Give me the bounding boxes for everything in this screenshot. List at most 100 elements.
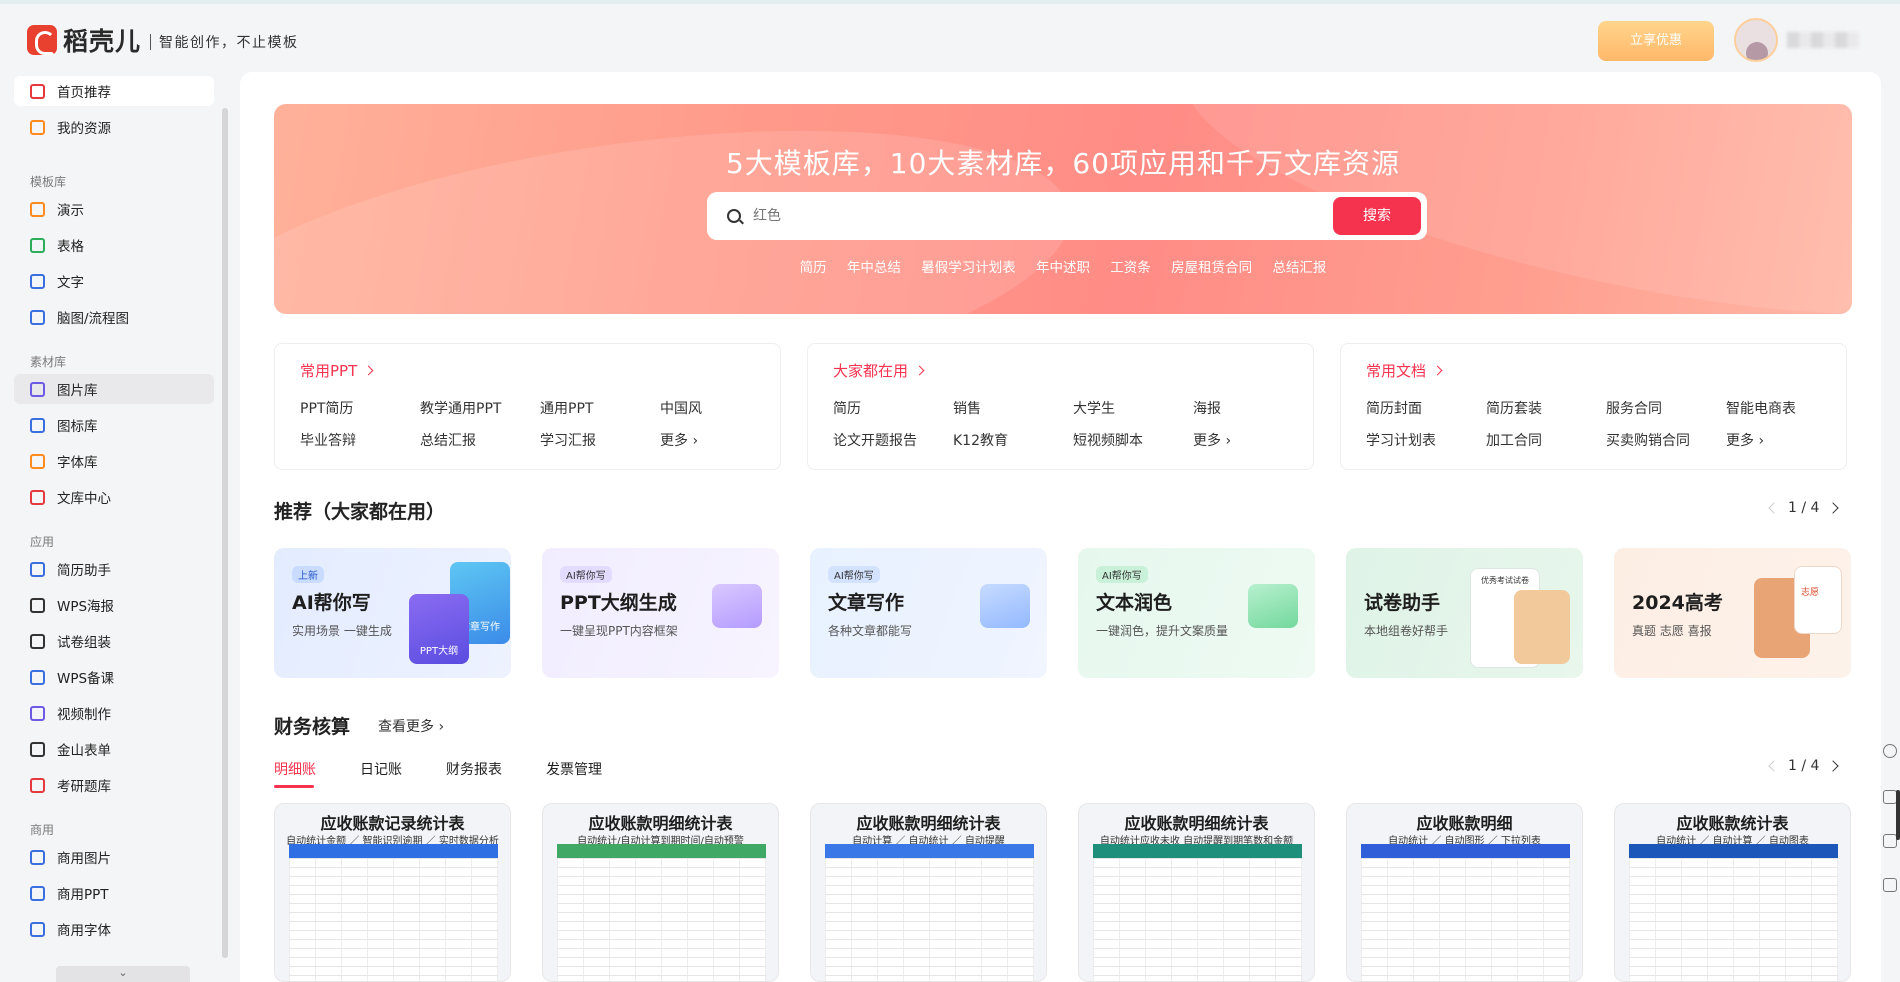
sidebar-item-commercial-font[interactable]: 商用字体: [14, 914, 214, 944]
quick-link[interactable]: 海报: [1193, 398, 1221, 418]
sidebar-item-icon-library[interactable]: 图标库: [14, 410, 214, 440]
sidebar-item-my-resources[interactable]: 我的资源: [14, 112, 214, 142]
quick-link[interactable]: 通用PPT: [540, 398, 593, 418]
more-link[interactable]: 更多 ›: [1726, 430, 1764, 450]
template-card[interactable]: 应收账款明细统计表 自动统计应收未收 自动提醒到期笔数和金额: [1078, 803, 1315, 982]
sidebar-item-mindmap[interactable]: 脑图/流程图: [14, 302, 214, 332]
promo-button[interactable]: 立享优惠: [1598, 21, 1714, 61]
quick-link[interactable]: 学习计划表: [1366, 430, 1436, 450]
search-input[interactable]: [753, 201, 1313, 231]
tab-detail-ledger[interactable]: 明细账: [274, 759, 316, 788]
sidebar-item-commercial-ppt[interactable]: 商用PPT: [14, 878, 214, 908]
sidebar-scrollbar[interactable]: [222, 108, 228, 958]
tab-financial-report[interactable]: 财务报表: [446, 759, 502, 779]
quick-link[interactable]: 简历封面: [1366, 398, 1422, 418]
sidebar-item-poster[interactable]: WPS海报: [14, 590, 214, 620]
sidebar-item-form[interactable]: 金山表单: [14, 734, 214, 764]
user-icon[interactable]: [1883, 744, 1897, 758]
quick-card-title[interactable]: 常用PPT: [300, 360, 374, 381]
sidebar-item-video[interactable]: 视频制作: [14, 698, 214, 728]
sidebar-item-image-library[interactable]: 图片库: [14, 374, 214, 404]
rec-card-ai-write[interactable]: 上新 AI帮你写 实用场景 一键生成 文章写作 PPT大纲: [274, 548, 511, 678]
page-scrollbar[interactable]: [1896, 790, 1900, 840]
quick-link[interactable]: 中国风: [660, 398, 702, 418]
quick-link[interactable]: 短视频脚本: [1073, 430, 1143, 450]
sidebar-item-spreadsheet[interactable]: 表格: [14, 230, 214, 260]
sidebar-item-resume[interactable]: 简历助手: [14, 554, 214, 584]
rec-card-gaokao[interactable]: 2024高考 真题 志愿 喜报 志愿: [1614, 548, 1851, 678]
resume-icon: [30, 561, 45, 577]
header: 稻壳儿 智能创作，不止模板 立享优惠: [0, 4, 1900, 72]
template-card[interactable]: 应收账款记录统计表 自动统计金额 ／ 智能识别逾期 ／ 实时数据分析: [274, 803, 511, 982]
avatar[interactable]: [1734, 18, 1778, 62]
icon-grid-icon: [30, 417, 45, 433]
sidebar-item-lesson[interactable]: WPS备课: [14, 662, 214, 692]
quick-link[interactable]: 服务合同: [1606, 398, 1662, 418]
tab-journal[interactable]: 日记账: [360, 759, 402, 779]
template-card[interactable]: 应收账款明细统计表 自动统计/自动计算到期时间/自动预警: [542, 803, 779, 982]
hotword-link[interactable]: 简历: [800, 260, 827, 276]
sidebar-expand-button[interactable]: ⌄: [56, 966, 190, 982]
username-blurred[interactable]: [1787, 32, 1859, 48]
rec-card-ppt-outline[interactable]: AI帮你写 PPT大纲生成 一键呈现PPT内容框架: [542, 548, 779, 678]
hotword-link[interactable]: 房屋租赁合同: [1171, 260, 1252, 276]
quick-link[interactable]: 论文开题报告: [833, 430, 917, 450]
sidebar-item-document[interactable]: 文字: [14, 266, 214, 296]
sidebar-item-label: 商用图片: [57, 851, 111, 867]
quick-link[interactable]: PPT简历: [300, 398, 353, 418]
sidebar-item-library-center[interactable]: 文库中心: [14, 482, 214, 512]
qrcode-icon[interactable]: [1883, 878, 1897, 892]
quick-link[interactable]: 简历: [833, 398, 861, 418]
logo[interactable]: 稻壳儿 智能创作，不止模板: [27, 22, 299, 58]
quick-link[interactable]: 简历套装: [1486, 398, 1542, 418]
prev-page-icon[interactable]: [1768, 502, 1780, 514]
prev-page-icon[interactable]: [1768, 760, 1780, 772]
rec-card-text-polish[interactable]: AI帮你写 文本润色 一键润色，提升文案质量: [1078, 548, 1315, 678]
more-link[interactable]: 更多 ›: [660, 430, 698, 450]
next-page-icon[interactable]: [1827, 502, 1840, 514]
quick-link[interactable]: 加工合同: [1486, 430, 1542, 450]
font-icon: [30, 453, 45, 469]
template-card[interactable]: 应收账款统计表 自动统计 ／ 自动计算 ／ 自动图表: [1614, 803, 1851, 982]
sidebar-item-label: 商用字体: [57, 923, 111, 939]
quick-link[interactable]: 大学生: [1073, 398, 1115, 418]
sidebar-group-title: 商用: [30, 823, 55, 837]
sidebar-item-question-bank[interactable]: 考研题库: [14, 770, 214, 800]
sidebar-item-font-library[interactable]: 字体库: [14, 446, 214, 476]
rec-card-article-writing[interactable]: AI帮你写 文章写作 各种文章都能写: [810, 548, 1047, 678]
hotword-link[interactable]: 工资条: [1110, 260, 1151, 276]
quick-link[interactable]: 智能电商表: [1726, 398, 1796, 418]
quick-card-title[interactable]: 常用文档: [1366, 360, 1443, 381]
tab-invoice[interactable]: 发票管理: [546, 759, 602, 779]
sidebar-item-commercial-image[interactable]: 商用图片: [14, 842, 214, 872]
next-page-icon[interactable]: [1827, 760, 1840, 772]
quick-link[interactable]: K12教育: [953, 430, 1008, 450]
sidebar-item-label: WPS海报: [57, 599, 115, 615]
sidebar-item-exam[interactable]: 试卷组装: [14, 626, 214, 656]
template-card[interactable]: 应收账款明细统计表 自动计算 ／ 自动统计 ／ 自动提醒: [810, 803, 1047, 982]
quick-link[interactable]: 学习汇报: [540, 430, 596, 450]
quick-link[interactable]: 总结汇报: [420, 430, 476, 450]
slogan: 智能创作，不止模板: [159, 35, 299, 51]
rec-card-exam-helper[interactable]: 试卷助手 本地组卷好帮手 优秀考试试卷: [1346, 548, 1583, 678]
rec-card-title: 文本润色: [1096, 592, 1173, 614]
message-icon[interactable]: [1883, 790, 1897, 804]
template-preview: [557, 844, 766, 981]
hotword-link[interactable]: 总结汇报: [1272, 260, 1326, 276]
quick-link[interactable]: 销售: [953, 398, 981, 418]
more-link[interactable]: 更多 ›: [1193, 430, 1231, 450]
see-more-link[interactable]: 查看更多 ›: [378, 716, 444, 736]
template-card[interactable]: 应收账款明细 自动统计 ／ 自动图形 ／ 下拉列表: [1346, 803, 1583, 982]
search-button[interactable]: 搜索: [1333, 197, 1421, 235]
quick-link[interactable]: 毕业答辩: [300, 430, 356, 450]
quick-link[interactable]: 买卖购销合同: [1606, 430, 1690, 450]
hotword-link[interactable]: 年中述职: [1036, 260, 1090, 276]
download-icon[interactable]: [1883, 834, 1897, 848]
sidebar-item-label: 表格: [57, 239, 84, 255]
sidebar-item-presentation[interactable]: 演示: [14, 194, 214, 224]
quick-link[interactable]: 教学通用PPT: [420, 398, 501, 418]
sidebar-item-home[interactable]: 首页推荐: [14, 76, 214, 106]
hotword-link[interactable]: 年中总结: [847, 260, 901, 276]
hotword-link[interactable]: 暑假学习计划表: [921, 260, 1016, 276]
quick-card-title[interactable]: 大家都在用: [833, 360, 925, 381]
